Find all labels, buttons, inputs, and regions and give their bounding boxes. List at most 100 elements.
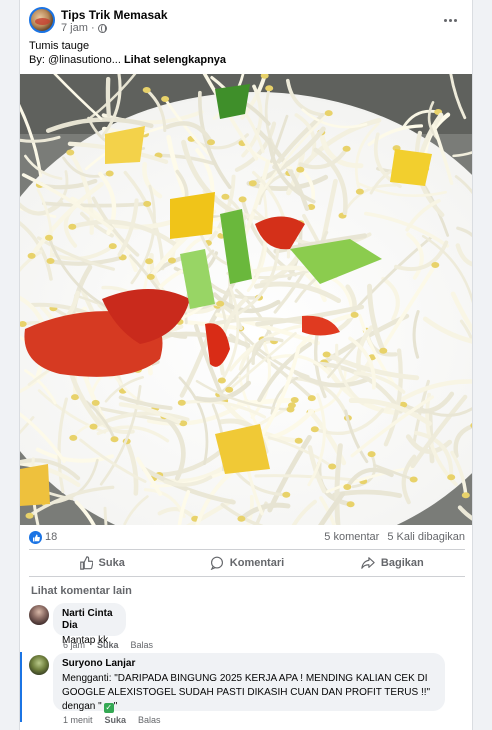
comment-reply-button[interactable]: Balas [138, 715, 161, 725]
sprout-head [346, 501, 355, 508]
sprout-head [225, 386, 234, 393]
post-meta: 7 jam · [61, 22, 107, 34]
sprout-head [46, 258, 55, 264]
post-header: Tips Trik Memasak 7 jam · [29, 7, 465, 35]
comment-like-button[interactable]: Suka [97, 640, 119, 650]
sprout-head [290, 397, 299, 403]
sprout-head [146, 273, 155, 280]
thumbs-up-icon [79, 556, 93, 570]
share-label: Bagikan [380, 557, 424, 569]
divider-bottom [29, 576, 465, 577]
food-photo [20, 74, 472, 525]
globe-icon [97, 23, 107, 33]
comment-reply-button[interactable]: Balas [131, 640, 154, 650]
comment-avatar[interactable] [29, 655, 49, 675]
like-count[interactable]: 18 [45, 531, 57, 543]
sprout-head [286, 406, 295, 413]
like-label: Suka [98, 557, 125, 569]
sprout-head [431, 262, 440, 268]
sprout-head [367, 451, 376, 458]
action-bar: Suka Komentari Bagikan [29, 551, 465, 575]
post-time[interactable]: 7 jam · [61, 22, 95, 34]
sprout-head [143, 200, 152, 207]
comment-time[interactable]: 1 menit [63, 715, 93, 725]
sprout-head [447, 474, 456, 481]
sprout-head [265, 85, 274, 92]
post-photo[interactable] [20, 74, 472, 525]
caption-title: Tumis tauge [29, 40, 90, 52]
sprout-head [461, 492, 470, 499]
comment-button[interactable]: Komentari [174, 551, 319, 575]
sprout-head [25, 512, 34, 519]
sprout-strand [105, 76, 111, 118]
sprout-head [66, 149, 75, 156]
sprout-head [108, 243, 117, 250]
sprout-head [237, 515, 246, 522]
sprout-head [69, 434, 78, 441]
like-button[interactable]: Suka [29, 551, 174, 575]
sprout-head [350, 311, 359, 318]
sprout-head [238, 196, 247, 203]
comment-avatar[interactable] [29, 605, 49, 625]
sprout-head [142, 87, 151, 93]
sprout-head [68, 223, 77, 230]
sprout-head [161, 96, 170, 102]
sprout-head [322, 351, 331, 358]
post-stats: 18 5 komentar 5 Kali dibagikan [29, 530, 465, 546]
sprout-head [221, 193, 230, 200]
stats-right: 5 komentar 5 Kali dibagikan [324, 531, 465, 543]
post-card: Tips Trik Memasak 7 jam · Tumis tauge By… [19, 0, 473, 730]
sprout-head [217, 377, 226, 384]
page-name[interactable]: Tips Trik Memasak [61, 8, 168, 22]
page-avatar[interactable] [29, 7, 55, 33]
comment-label: Komentari [229, 557, 285, 569]
comment-icon [210, 556, 223, 570]
sprout-head [328, 463, 337, 470]
sprout-head [177, 399, 186, 406]
sprout-head [379, 347, 388, 354]
comment-time[interactable]: 6 jam [63, 640, 85, 650]
sprout-head [216, 300, 225, 307]
sprout-head [294, 437, 303, 444]
sprout-head [145, 258, 154, 265]
sprout-head [168, 257, 176, 264]
sprout-head [248, 180, 257, 187]
comment-author[interactable]: Suryono Lanjar [62, 658, 436, 670]
more-options-icon[interactable] [439, 11, 461, 29]
share-count[interactable]: 5 Kali dibagikan [387, 531, 465, 543]
see-more-link[interactable]: Lihat selengkapnya [124, 54, 226, 66]
sprout-head [310, 426, 319, 433]
view-more-comments[interactable]: Lihat komentar lain [31, 585, 132, 597]
share-icon [361, 557, 375, 569]
sprout-head [282, 491, 291, 498]
sprout-head [207, 139, 215, 146]
check-mark-icon: ✓ [103, 703, 114, 713]
like-reaction-icon[interactable] [29, 531, 42, 544]
sprout-head [110, 436, 119, 443]
divider-top [29, 549, 465, 550]
sprout-head [27, 252, 36, 259]
comment-meta: 6 jam Suka Balas [63, 640, 153, 650]
sprout-head [355, 188, 364, 195]
caption-byline: By: @linasutiono... Lihat selengkapnya [29, 53, 226, 67]
comment-thread-line [20, 652, 22, 722]
sprout-head [342, 145, 351, 152]
comment-text-container: Mengganti: "DARIPADA BINGUNG 2025 KERJA … [62, 672, 436, 714]
comment-text-end: " [113, 701, 118, 712]
sprout-head [89, 423, 98, 430]
comment-bubble: Narti Cinta Dia Mantap kk [53, 603, 126, 646]
comment-like-button[interactable]: Suka [105, 715, 127, 725]
comment-count[interactable]: 5 komentar [324, 531, 379, 543]
share-button[interactable]: Bagikan [320, 551, 465, 575]
sprout-head [343, 484, 352, 490]
comment-author[interactable]: Narti Cinta Dia [62, 608, 117, 632]
sprout-head [324, 110, 333, 117]
sprout-head [91, 399, 100, 406]
comment-meta: 1 menit Suka Balas [63, 715, 161, 725]
caption-author: By: @linasutiono... [29, 54, 121, 66]
sprout-head [45, 234, 53, 241]
sprout-head [307, 395, 316, 402]
sprout-head [296, 166, 305, 173]
post-caption: Tumis tauge By: @linasutiono... Lihat se… [29, 39, 226, 67]
sprout-head [409, 476, 418, 483]
